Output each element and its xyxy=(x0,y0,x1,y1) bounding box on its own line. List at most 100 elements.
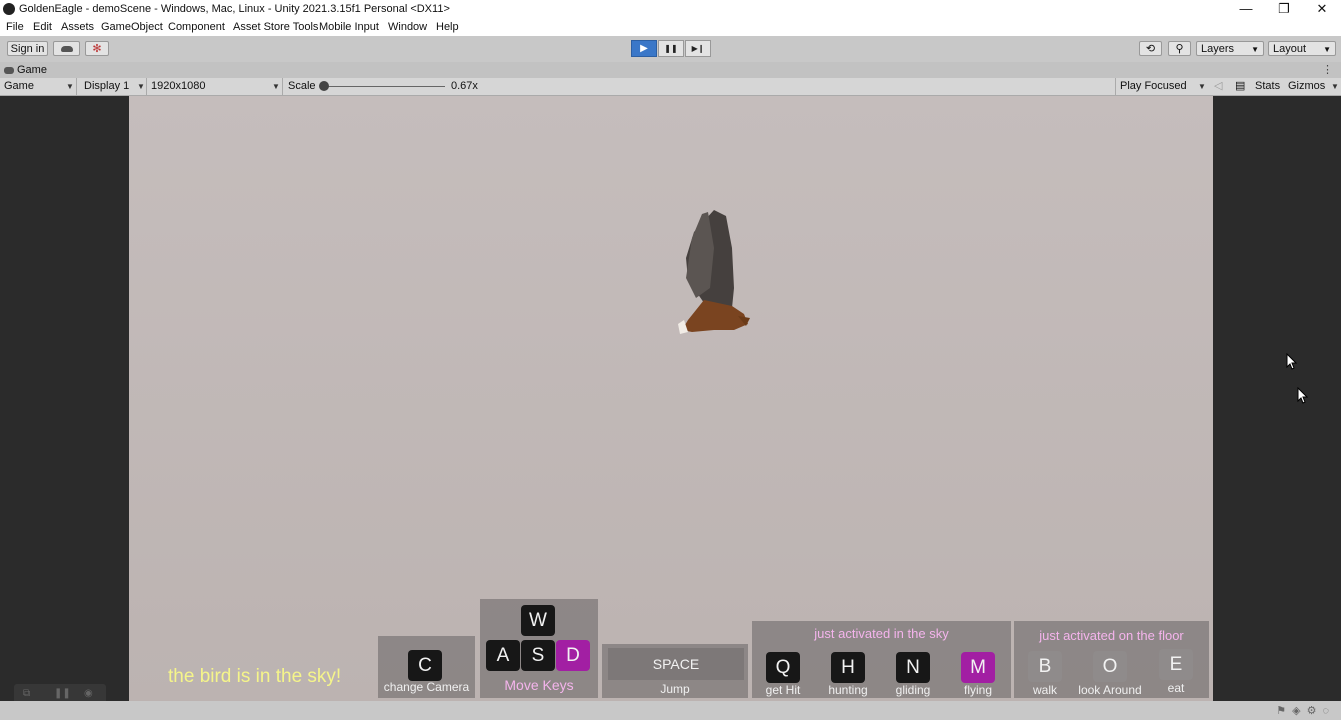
game-view-toolbar: Game ▼ Display 1 ▼ 1920x1080 ▼ Scale 0.6… xyxy=(0,78,1341,96)
menu-help[interactable]: Help xyxy=(436,21,459,33)
menu-asset-store-tools[interactable]: Asset Store Tools xyxy=(233,21,318,33)
search-icon: ⚲ xyxy=(1175,43,1184,55)
title-bar: GoldenEagle - demoScene - Windows, Mac, … xyxy=(0,0,1341,19)
chevron-down-icon: ▼ xyxy=(1323,45,1331,54)
status-bar-icons: ⚑◈⚙◌ xyxy=(1276,704,1335,717)
divider xyxy=(282,78,283,95)
chevron-down-icon: ▼ xyxy=(1198,82,1206,91)
warning-icon[interactable]: ⚑ xyxy=(1276,705,1292,717)
chevron-down-icon: ▼ xyxy=(1331,82,1339,91)
divider xyxy=(1115,78,1116,95)
scale-slider-track[interactable] xyxy=(324,86,445,87)
pause-icon: ❚❚ xyxy=(664,44,678,53)
gliding-label: gliding xyxy=(895,683,931,697)
menu-file[interactable]: File xyxy=(6,21,24,33)
tab-game[interactable]: Game xyxy=(4,63,47,78)
menu-mobile-input[interactable]: Mobile Input xyxy=(319,21,379,33)
sign-in-button[interactable]: Sign in xyxy=(7,41,48,56)
chevron-down-icon: ▼ xyxy=(137,82,145,91)
debug-icon[interactable]: ⚙ xyxy=(1307,705,1323,717)
floor-actions-panel: just activated on the floor B walk O loo… xyxy=(1014,621,1209,698)
key-o[interactable]: O xyxy=(1093,651,1127,682)
progress-icon[interactable]: ◈ xyxy=(1292,705,1306,717)
minimize-button[interactable]: — xyxy=(1226,0,1266,19)
resolution-dropdown[interactable]: 1920x1080 xyxy=(151,79,205,94)
key-c[interactable]: C xyxy=(408,650,442,681)
camera-label: change Camera xyxy=(383,680,470,694)
tab-strip: Game ⋮ xyxy=(0,62,1341,78)
tab-menu-icon[interactable]: ⋮ xyxy=(1322,63,1333,76)
restore-button[interactable]: ❐ xyxy=(1264,0,1304,19)
sky-panel-title: just activated in the sky xyxy=(814,626,949,641)
pause-icon[interactable]: ❚❚ xyxy=(54,688,71,699)
mute-audio-icon[interactable]: ◁ xyxy=(1214,79,1222,94)
key-a[interactable]: A xyxy=(486,640,520,671)
key-d[interactable]: D xyxy=(556,640,590,671)
chevron-down-icon: ▼ xyxy=(66,82,74,91)
camera-panel: C change Camera xyxy=(378,636,475,698)
collab-icon: ✻ xyxy=(92,43,102,55)
search-button[interactable]: ⚲ xyxy=(1168,41,1191,56)
key-q[interactable]: Q xyxy=(766,652,800,683)
key-h[interactable]: H xyxy=(831,652,865,683)
vsync-icon[interactable]: ▤ xyxy=(1235,79,1245,94)
key-e[interactable]: E xyxy=(1159,649,1193,680)
jump-label: Jump xyxy=(660,682,690,696)
sync-icon[interactable]: ◌ xyxy=(1322,705,1335,717)
jump-panel: SPACE Jump xyxy=(602,644,748,698)
key-space[interactable]: SPACE xyxy=(608,648,744,680)
scale-value: 0.67x xyxy=(451,80,478,92)
chevron-down-icon: ▼ xyxy=(1251,45,1259,54)
layout-dropdown[interactable]: Layout ▼ xyxy=(1268,41,1336,56)
status-bar xyxy=(0,701,1341,720)
history-icon: ⟲ xyxy=(1145,43,1156,55)
key-w[interactable]: W xyxy=(521,605,555,636)
key-n[interactable]: N xyxy=(896,652,930,683)
gizmos-button[interactable]: Gizmos xyxy=(1288,79,1325,94)
viewport-letterbox-right xyxy=(1213,96,1341,701)
hunting-label: hunting xyxy=(828,683,868,697)
look-around-label: look Around xyxy=(1078,683,1142,697)
display-dropdown[interactable]: Display 1 xyxy=(84,79,129,94)
step-icon: ▶❙ xyxy=(691,44,705,53)
tab-game-label: Game xyxy=(17,64,47,76)
bird-status-text: the bird is in the sky! xyxy=(168,666,342,687)
layers-label: Layers xyxy=(1201,43,1235,55)
menu-gameobject[interactable]: GameObject xyxy=(101,21,163,33)
menu-window[interactable]: Window xyxy=(388,21,427,33)
gamepad-icon xyxy=(4,66,14,74)
playback-controls: ▶ ❚❚ ▶❙ xyxy=(631,40,711,57)
record-icon[interactable]: ◉ xyxy=(84,688,93,699)
close-button[interactable]: ✕ xyxy=(1302,0,1341,19)
play-focused-dropdown[interactable]: Play Focused xyxy=(1120,79,1187,94)
view-dropdown[interactable]: Game xyxy=(4,79,34,94)
mouse-cursor-icon xyxy=(1297,387,1309,404)
menu-edit[interactable]: Edit xyxy=(33,21,52,33)
window-title: GoldenEagle - demoScene - Windows, Mac, … xyxy=(19,3,450,15)
stats-button[interactable]: Stats xyxy=(1255,79,1280,94)
eagle-sprite xyxy=(678,210,750,334)
layers-dropdown[interactable]: Layers ▼ xyxy=(1196,41,1264,56)
history-button[interactable]: ⟲ xyxy=(1139,41,1162,56)
collab-button[interactable]: ✻ xyxy=(85,41,109,56)
cloud-button[interactable] xyxy=(53,41,80,56)
layout-label: Layout xyxy=(1273,43,1307,55)
mouse-cursor-icon xyxy=(1286,353,1298,370)
menu-component[interactable]: Component xyxy=(168,21,225,33)
flying-label: flying xyxy=(963,683,992,697)
divider xyxy=(146,78,147,95)
play-button[interactable]: ▶ xyxy=(631,40,657,57)
divider xyxy=(76,78,77,95)
external-link-icon[interactable]: ⧉ xyxy=(23,688,30,699)
key-m[interactable]: M xyxy=(961,652,995,683)
pause-button[interactable]: ❚❚ xyxy=(658,40,684,57)
game-viewport[interactable]: the bird is in the sky! C change Camera … xyxy=(129,96,1213,701)
unity-logo-icon xyxy=(3,3,15,15)
menu-assets[interactable]: Assets xyxy=(61,21,94,33)
key-b[interactable]: B xyxy=(1028,651,1062,682)
cloud-icon xyxy=(60,46,73,52)
scale-label: Scale xyxy=(288,80,316,92)
scale-slider-thumb[interactable] xyxy=(319,81,329,91)
step-button[interactable]: ▶❙ xyxy=(685,40,711,57)
key-s[interactable]: S xyxy=(521,640,555,671)
